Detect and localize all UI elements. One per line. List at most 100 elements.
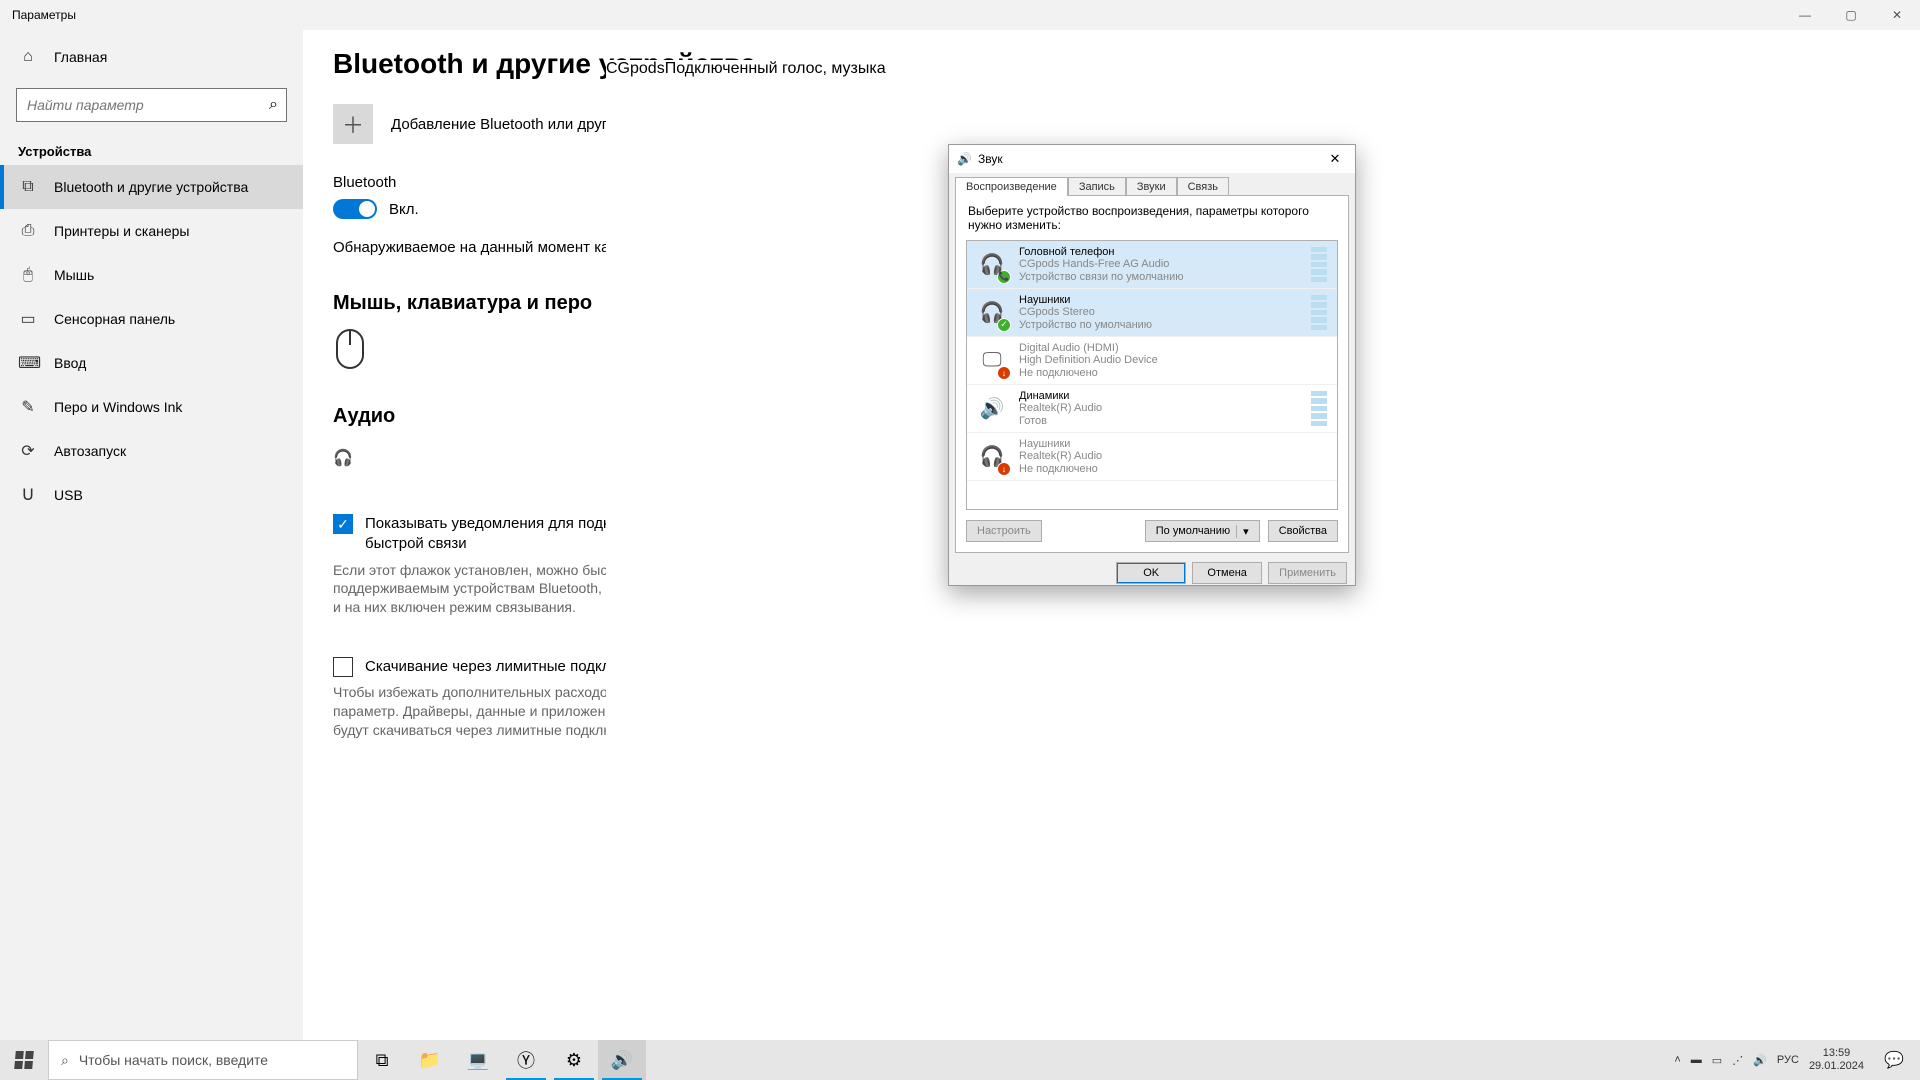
devices-icon: ⧉ — [18, 178, 38, 196]
sound-device-list: 🎧📞 Головной телефон CGpods Hands-Free AG… — [966, 240, 1338, 510]
sidebar-home[interactable]: ⌂ Главная — [0, 34, 303, 80]
sound-dialog-title: Звук — [978, 152, 1003, 166]
level-meter — [1311, 391, 1327, 426]
checkbox-metered[interactable] — [333, 657, 353, 677]
bluetooth-toggle-label: Вкл. — [389, 201, 419, 218]
sidebar-item-label: Сенсорная панель — [54, 311, 175, 327]
sidebar-item-bluetooth[interactable]: ⧉ Bluetooth и другие устройства — [0, 165, 303, 209]
sidebar-search-input[interactable] — [25, 96, 269, 114]
cancel-button[interactable]: Отмена — [1192, 562, 1262, 584]
speaker-icon: 🔊 — [957, 152, 972, 166]
sound-device-hdmi[interactable]: 🖵↓ Digital Audio (HDMI) High Definition … — [967, 337, 1337, 385]
close-button[interactable]: ✕ — [1874, 0, 1920, 30]
sidebar-item-mouse[interactable]: 🖱 Мышь — [0, 253, 303, 297]
bluetooth-toggle[interactable] — [333, 199, 377, 219]
sidebar-item-label: Мышь — [54, 267, 94, 283]
search-icon: ⌕ — [269, 96, 278, 114]
mouse-device-icon — [333, 329, 367, 369]
taskbar-search[interactable]: ⌕ Чтобы начать поиск, введите — [48, 1040, 358, 1080]
ok-button[interactable]: OK — [1116, 562, 1186, 584]
sidebar-item-usb[interactable]: ꓴ USB — [0, 473, 303, 517]
sound-tabpage: Выберите устройство воспроизведения, пар… — [955, 195, 1349, 553]
clock-date: 29.01.2024 — [1809, 1060, 1864, 1073]
system-tray: ˄ ▬ ▭ ⋰ 🔊 РУС 13:59 29.01.2024 💬 — [1674, 1040, 1920, 1080]
sidebar-search[interactable]: ⌕ — [16, 88, 287, 122]
sidebar: ⌂ Главная ⌕ Устройства ⧉ Bluetooth и дру… — [0, 30, 303, 1040]
titlebar: Параметры — ▢ ✕ — [0, 0, 1920, 30]
headset-icon: 🎧📞 — [975, 248, 1009, 282]
sound-device-headphones-realtek[interactable]: 🎧↓ Наушники Realtek(R) Audio Не подключе… — [967, 433, 1337, 481]
level-meter — [1311, 295, 1327, 330]
sidebar-item-autoplay[interactable]: ⟳ Автозапуск — [0, 429, 303, 473]
sidebar-item-touchpad[interactable]: ▭ Сенсорная панель — [0, 297, 303, 341]
app-button[interactable]: 💻 — [454, 1040, 502, 1080]
sidebar-item-printers[interactable]: ⎙ Принтеры и сканеры — [0, 209, 303, 253]
sound-dialog: 🔊 Звук ✕ Воспроизведение Запись Звуки Св… — [948, 144, 1356, 586]
headset-icon: 🎧↓ — [975, 440, 1009, 474]
taskbar-apps: ⧉ 📁 💻 Ⓨ ⚙ 🔊 — [358, 1040, 646, 1080]
sound-dialog-close[interactable]: ✕ — [1315, 151, 1355, 167]
mouse-icon: 🖱 — [18, 266, 38, 284]
home-icon: ⌂ — [18, 48, 38, 66]
headset-icon: 🎧✓ — [975, 296, 1009, 330]
sound-device-stereo[interactable]: 🎧✓ Наушники CGpods Stereo Устройство по … — [967, 289, 1337, 337]
lang-indicator[interactable]: РУС — [1777, 1054, 1799, 1066]
checkbox-swift-pair[interactable]: ✓ — [333, 514, 353, 534]
taskbar-search-placeholder: Чтобы начать поиск, введите — [79, 1052, 268, 1068]
clock[interactable]: 13:59 29.01.2024 — [1809, 1047, 1864, 1072]
sidebar-item-pen[interactable]: ✎ Перо и Windows Ink — [0, 385, 303, 429]
start-button[interactable] — [0, 1040, 48, 1080]
volume-icon[interactable]: 🔊 — [1753, 1054, 1767, 1067]
printer-icon: ⎙ — [18, 222, 38, 240]
tab-sounds[interactable]: Звуки — [1126, 177, 1177, 196]
maximize-button[interactable]: ▢ — [1828, 0, 1874, 30]
window-controls: — ▢ ✕ — [1782, 0, 1920, 30]
sound-device-handsfree[interactable]: 🎧📞 Головной телефон CGpods Hands-Free AG… — [967, 241, 1337, 289]
taskbar: ⌕ Чтобы начать поиск, введите ⧉ 📁 💻 Ⓨ ⚙ … — [0, 1040, 1920, 1080]
tab-playback[interactable]: Воспроизведение — [955, 177, 1068, 196]
window-title: Параметры — [12, 8, 76, 22]
sidebar-item-typing[interactable]: ⌨ Ввод — [0, 341, 303, 385]
apply-button[interactable]: Применить — [1268, 562, 1347, 584]
battery-icon[interactable]: ▬ — [1691, 1054, 1702, 1066]
speaker-icon: 🔊 — [975, 392, 1009, 426]
sidebar-home-label: Главная — [54, 49, 107, 65]
sound-device-speakers[interactable]: 🔊 Динамики Realtek(R) Audio Готов — [967, 385, 1337, 433]
sound-dialog-footer: OK Отмена Применить — [949, 554, 1355, 592]
monitor-icon: 🖵↓ — [975, 344, 1009, 378]
pen-icon: ✎ — [18, 397, 38, 417]
properties-button[interactable]: Свойства — [1268, 520, 1338, 542]
tab-recording[interactable]: Запись — [1068, 177, 1126, 196]
sound-instruction: Выберите устройство воспроизведения, пар… — [968, 204, 1338, 232]
sidebar-item-label: Принтеры и сканеры — [54, 223, 189, 239]
level-meter — [1311, 247, 1327, 282]
windows-logo-icon — [14, 1051, 34, 1069]
headset-icon: 🎧 — [333, 448, 353, 468]
device-audio[interactable]: 🎧 CGpods Подключенный голос, музыка ▬▬ 9… — [333, 442, 773, 474]
configure-button[interactable]: Настроить — [966, 520, 1042, 542]
settings-button[interactable]: ⚙ — [550, 1040, 598, 1080]
sidebar-item-label: Автозапуск — [54, 443, 126, 459]
set-default-button[interactable]: По умолчанию — [1145, 520, 1260, 542]
sound-bottom-row: Настроить По умолчанию Свойства — [966, 520, 1338, 542]
explorer-button[interactable]: 📁 — [406, 1040, 454, 1080]
display-icon[interactable]: ▭ — [1712, 1054, 1722, 1067]
sidebar-search-wrap: ⌕ — [0, 80, 303, 126]
sidebar-item-label: Ввод — [54, 355, 86, 371]
clock-time: 13:59 — [1809, 1047, 1864, 1060]
audio-device-name: CGpods — [606, 60, 665, 1000]
task-view-button[interactable]: ⧉ — [358, 1040, 406, 1080]
sound-tabs: Воспроизведение Запись Звуки Связь — [949, 173, 1355, 196]
minimize-button[interactable]: — — [1782, 0, 1828, 30]
autoplay-icon: ⟳ — [18, 441, 38, 461]
keyboard-icon: ⌨ — [18, 353, 38, 373]
tab-communications[interactable]: Связь — [1177, 177, 1229, 196]
tray-chevron[interactable]: ˄ — [1674, 1054, 1680, 1066]
audio-device-sub: Подключенный голос, музыка — [665, 60, 886, 1000]
action-center-button[interactable]: 💬 — [1874, 1040, 1914, 1080]
wifi-icon[interactable]: ⋰ — [1732, 1054, 1743, 1067]
yandex-browser-button[interactable]: Ⓨ — [502, 1040, 550, 1080]
sidebar-item-label: Bluetooth и другие устройства — [54, 179, 248, 195]
sidebar-item-label: Перо и Windows Ink — [54, 399, 182, 415]
sound-panel-button[interactable]: 🔊 — [598, 1040, 646, 1080]
